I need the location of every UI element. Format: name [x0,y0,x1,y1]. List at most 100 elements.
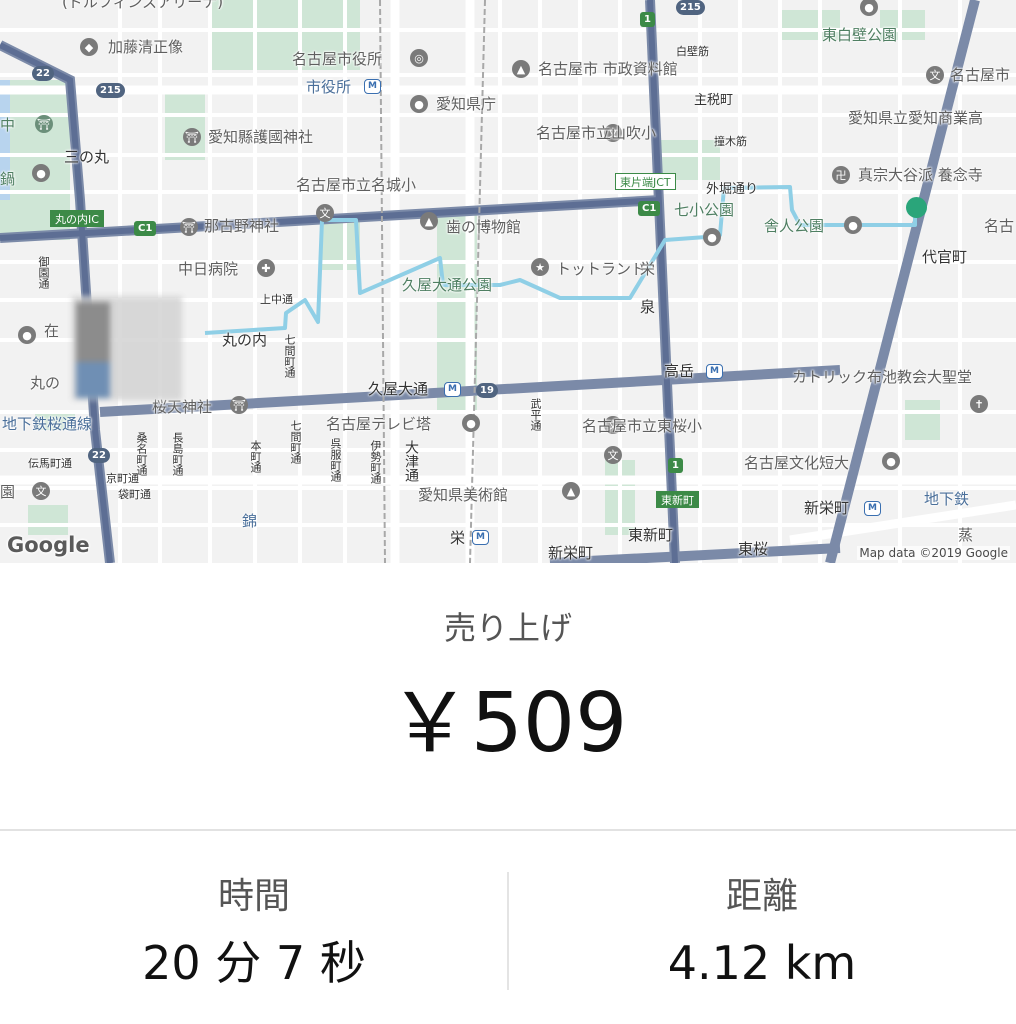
school-icon: 文 [926,66,944,84]
map-label: 加藤清正像 [108,38,184,56]
map-label: 園 [0,483,16,501]
school-icon: 文 [32,482,50,500]
shrine-icon: ⛩ [230,396,248,414]
map-label: 名古屋文化短大 [744,454,850,472]
subway-station-icon: M [472,530,489,545]
map-label: 新栄町 [548,544,594,562]
map-label: 歯の博物館 [446,218,522,236]
place-icon: ● [882,452,900,470]
street-label: 七間町通 [289,420,302,464]
google-logo: Google [7,533,90,557]
map-label: 愛知県美術館 [418,486,509,504]
shrine-icon: ⛩ [183,128,201,146]
church-icon: ✝ [970,395,988,413]
route-shield: 1 [640,12,655,27]
map-label: 丸の内 [222,331,268,349]
distance-label: 距離 [725,876,798,917]
route-shield: 215 [96,83,125,98]
hospital-icon: ✚ [257,259,275,277]
map-canvas [0,0,1016,563]
map-label: 蒸 [958,526,974,544]
station-label: 久屋大通 [368,380,429,398]
street-label: 本町通 [249,440,262,473]
map-label: 愛知県立愛知商業高 [848,109,984,127]
station-label: 市役所 [306,78,352,96]
street-label: 大津通 [403,440,419,482]
blurred-start-area [72,296,182,400]
street-label: 呉服町通 [329,438,342,482]
map-label: 中 [0,116,16,134]
earnings-label: 売り上げ [443,609,572,647]
park-label: 舎人公園 [764,217,825,235]
distance-value: 4.12 km [667,936,857,990]
route-shield: 19 [476,383,498,398]
shrine-icon: ⛩ [35,115,53,133]
map-label: 桜天神社 [152,398,213,416]
map-label: 愛知県庁 [436,95,497,113]
map-label: 丸の [30,374,61,392]
map-label: 名古屋市立山吹小 [536,124,657,142]
map-label: 栄 [640,260,656,278]
place-icon: ● [18,326,36,344]
street-label: 伝馬町通 [28,457,72,470]
park-label: 久屋大通公園 [402,276,493,294]
station-label: 栄 [450,529,466,547]
route-map[interactable]: (ドルフィンズアリーナ) ◆ 加藤清正像 名古屋市役所 ◎ 市役所 M ▲ 名古… [0,0,1016,563]
map-label: 鍋 [0,170,16,188]
temple-icon: 卍 [832,166,850,184]
map-label: 愛知縣護國神社 [208,128,314,146]
street-label: 撞木筋 [714,135,747,148]
street-label: 袋町通 [118,488,151,501]
museum-icon: ▲ [562,482,580,500]
museum-icon: ▲ [420,212,438,230]
school-icon: 文 [604,446,622,464]
place-icon: ● [32,164,50,182]
map-label: 東桜 [738,540,769,558]
map-label: 名古屋市 市政資料館 [538,60,678,78]
time-value: 20 分 7 秒 [142,936,366,990]
divider [0,829,1016,831]
subway-line-label: 地下鉄 [924,490,970,508]
map-label: 名古 [984,217,1015,235]
map-label: (ドルフィンズアリーナ) [62,0,224,11]
museum-icon: ▲ [512,60,530,78]
map-label: 名古屋市立名城小 [296,176,417,194]
earnings-value: ￥509 [388,676,628,771]
route-shield: 22 [88,448,110,463]
map-label: 錦 [242,512,258,530]
route-shield: 215 [676,0,705,15]
street-label: 武平通 [529,398,542,431]
place-icon: ● [703,228,721,246]
street-label: 長島町通 [171,432,184,476]
station-label: 新栄町 [804,499,850,517]
street-label: 主税町 [694,93,734,108]
map-label: 名古屋市 [950,66,1011,84]
street-label: 御園通 [37,256,50,289]
route-shield: C1 [134,221,157,236]
subway-station-icon: M [706,364,723,379]
map-label: 名古屋市役所 [292,50,383,68]
jct-label: 東片端JCT [615,173,676,190]
map-label: 名古屋市立東桜小 [582,417,703,435]
place-icon: ● [462,414,480,432]
park-label: 七小公園 [674,201,735,219]
place-icon: ● [410,95,428,113]
station-label: 高岳 [664,362,695,380]
map-label: 東新町 [628,526,674,544]
map-label: トットランド [556,260,647,278]
map-copyright: Map data ©2019 Google [857,546,1010,560]
street-label: 上中通 [260,293,293,306]
map-label: 三の丸 [64,148,110,166]
route-shield: 22 [32,66,54,81]
station-label: 東新町 [656,491,699,508]
park-label: 東白壁公園 [822,26,898,44]
place-icon: ◎ [410,49,428,67]
map-label: 名古屋テレビ塔 [326,415,432,433]
map-label: 中日病院 [178,260,239,278]
place-icon: ● [844,216,862,234]
street-label: 桑名町通 [135,432,148,476]
street-label: 伊勢町通 [369,440,382,484]
map-label: 泉 [640,298,656,316]
route-shield: C1 [638,201,661,216]
subway-station-icon: M [364,79,381,94]
